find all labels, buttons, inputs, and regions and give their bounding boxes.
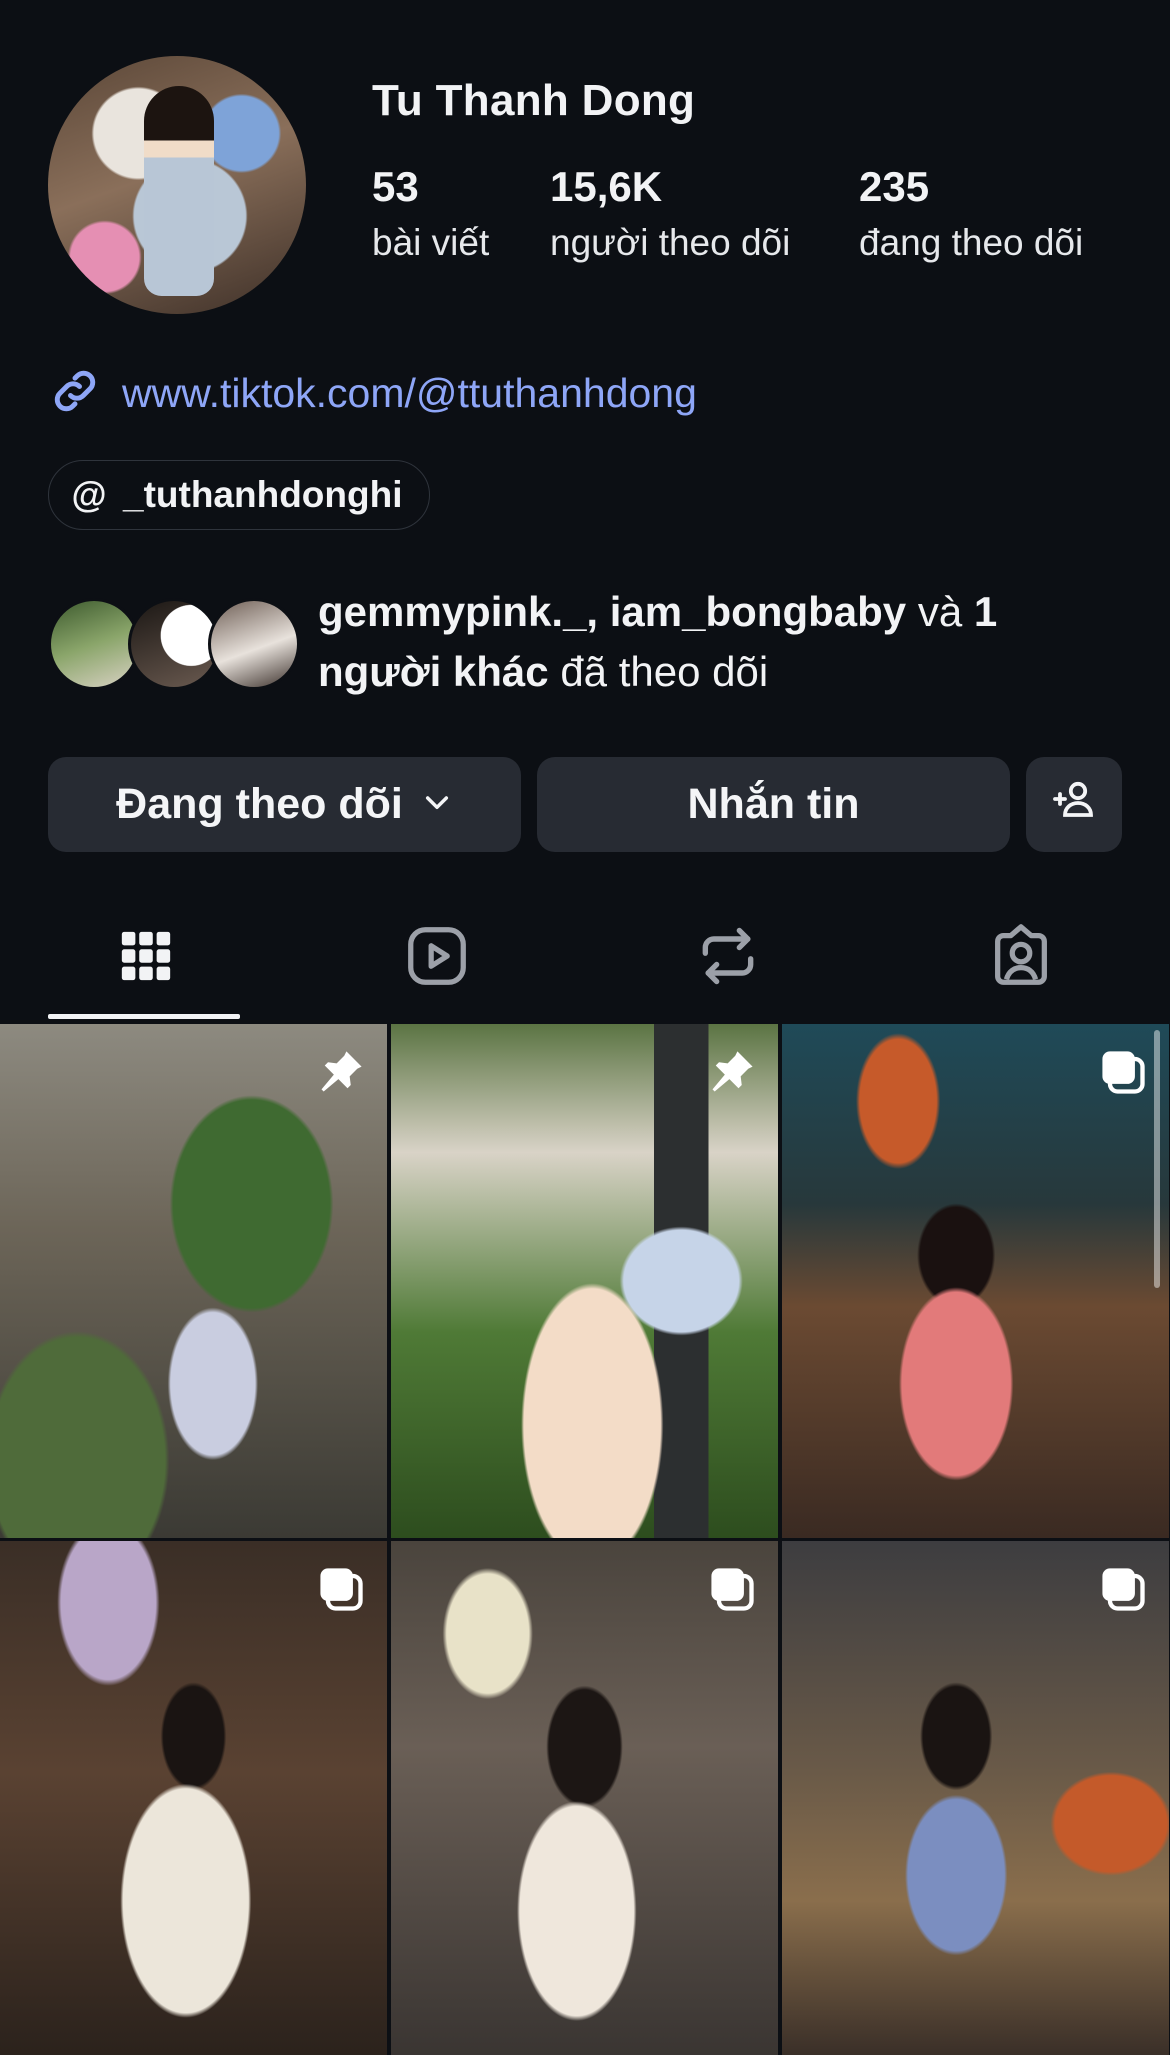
link-icon [48, 364, 102, 423]
stat-posts-count: 53 [372, 163, 419, 210]
post-thumbnail[interactable] [782, 1541, 1169, 2055]
post-thumbnail[interactable] [391, 1024, 778, 1538]
stat-following[interactable]: 235 đang theo dõi [859, 166, 1083, 264]
bio-link-text[interactable]: www.tiktok.com/@ttuthanhdong [122, 370, 697, 417]
chevron-down-icon [403, 780, 453, 829]
post-thumbnail[interactable] [0, 1024, 387, 1538]
profile-name: Tu Thanh Dong [372, 76, 696, 125]
mutual-conj: và [906, 588, 974, 635]
mutual-followers-avatars[interactable] [48, 598, 300, 690]
suggest-users-button[interactable] [1026, 757, 1122, 852]
stat-followers-label: người theo dõi [550, 222, 791, 263]
add-user-icon [1050, 775, 1098, 834]
stat-following-count: 235 [859, 163, 930, 210]
stat-posts[interactable]: 53 bài viết [372, 166, 489, 264]
post-thumbnail[interactable] [782, 1024, 1169, 1538]
message-button-label: Nhắn tin [687, 780, 860, 828]
repost-icon [694, 922, 762, 995]
grid-icon [117, 927, 175, 990]
posts-grid [0, 1024, 1170, 2055]
post-thumbnail[interactable] [391, 1541, 778, 2055]
mutual-followers-text[interactable]: gemmypink._, iam_bongbaby và 1 người khá… [318, 582, 1118, 702]
active-tab-indicator [48, 1014, 240, 1019]
mutual-names: gemmypink._, iam_bongbaby [318, 588, 907, 635]
profile-tabs [0, 900, 1170, 1022]
tab-reels[interactable] [397, 918, 477, 998]
scrollbar[interactable] [1154, 1030, 1160, 1288]
stat-followers[interactable]: 15,6K người theo dõi [550, 166, 790, 264]
tagged-icon [986, 921, 1056, 996]
stat-following-label: đang theo dõi [859, 222, 1084, 263]
avatar [128, 598, 220, 690]
threads-icon: @ [71, 474, 107, 515]
profile-avatar[interactable] [48, 56, 306, 314]
avatar [208, 598, 300, 690]
post-thumbnail[interactable] [0, 1541, 387, 2055]
following-button-label: Đang theo dõi [116, 780, 403, 828]
mutual-suffix: đã theo dõi [548, 648, 769, 695]
following-button[interactable]: Đang theo dõi [48, 757, 521, 852]
avatar [48, 598, 140, 690]
tab-tagged[interactable] [981, 918, 1061, 998]
tab-posts-grid[interactable] [106, 918, 186, 998]
threads-handle: _tuthanhdonghi [123, 474, 403, 515]
bio-link[interactable]: www.tiktok.com/@ttuthanhdong [48, 364, 697, 423]
stat-followers-count: 15,6K [550, 163, 663, 210]
stat-posts-label: bài viết [372, 222, 490, 263]
reels-icon [402, 921, 472, 996]
message-button[interactable]: Nhắn tin [537, 757, 1010, 852]
threads-badge[interactable]: @ _tuthanhdonghi [48, 460, 430, 530]
tab-reposts[interactable] [688, 918, 768, 998]
